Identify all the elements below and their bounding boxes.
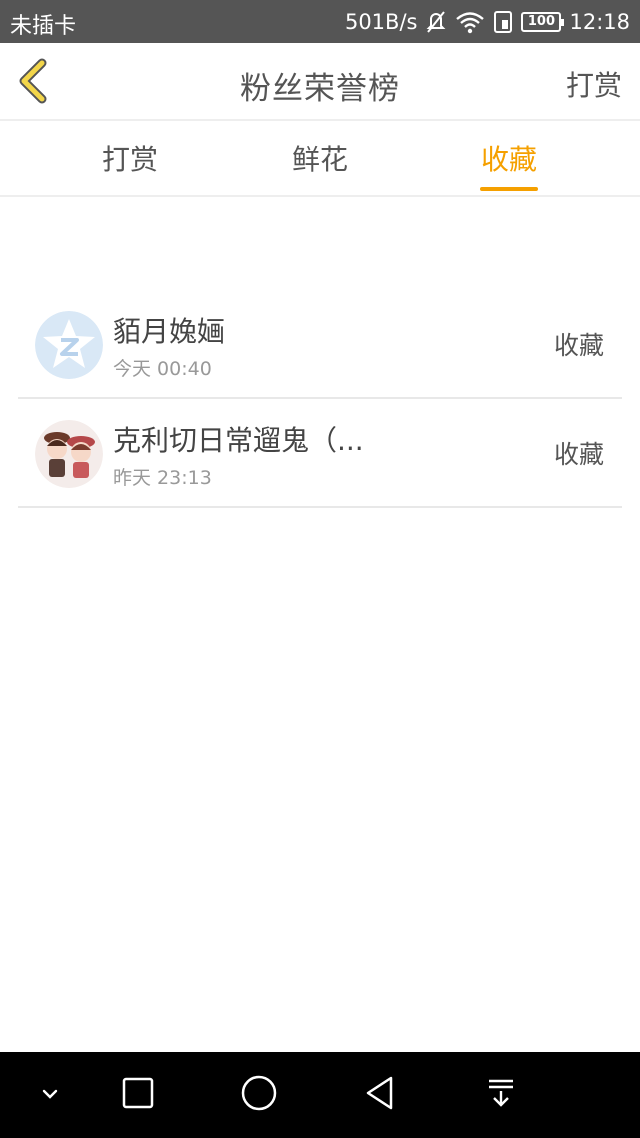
tab-favorites[interactable]: 收藏 bbox=[480, 121, 538, 195]
notification-pull-button[interactable] bbox=[478, 1072, 524, 1118]
fan-time: 昨天 23:13 bbox=[113, 467, 212, 489]
fan-time: 今天 00:40 bbox=[113, 358, 212, 380]
hide-nav-button[interactable] bbox=[27, 1072, 73, 1118]
tab-reward[interactable]: 打赏 bbox=[80, 121, 180, 195]
tab-label: 鲜花 bbox=[291, 143, 348, 176]
reward-button[interactable]: 打赏 bbox=[566, 64, 622, 104]
square-icon bbox=[121, 1076, 155, 1114]
triangle-back-icon bbox=[363, 1075, 397, 1115]
sim-icon bbox=[493, 10, 513, 34]
tab-label: 收藏 bbox=[480, 143, 537, 176]
tab-label: 打赏 bbox=[101, 143, 158, 176]
page-title: 粉丝荣誉榜 bbox=[240, 71, 400, 107]
recents-button[interactable] bbox=[115, 1072, 161, 1118]
fan-type-tag: 收藏 bbox=[553, 440, 604, 469]
clock: 12:18 bbox=[569, 10, 630, 34]
status-bar: 未插卡 501B/s 100 12:18 bbox=[0, 0, 640, 43]
header-bar: 粉丝荣誉榜 打赏 bbox=[0, 43, 640, 121]
status-icons: 501B/s 100 12:18 bbox=[345, 8, 630, 36]
carrier-label: 未插卡 bbox=[10, 14, 77, 39]
chevron-down-icon bbox=[40, 1086, 60, 1105]
battery-icon: 100 bbox=[521, 12, 565, 32]
fan-type-tag: 收藏 bbox=[553, 331, 604, 360]
tab-bar: 打赏 鲜花 收藏 bbox=[0, 121, 640, 197]
home-button[interactable] bbox=[236, 1072, 282, 1118]
network-speed: 501B/s bbox=[344, 10, 418, 34]
active-tab-indicator bbox=[480, 187, 538, 191]
fan-name: 貊月婏婳 bbox=[113, 315, 226, 348]
circle-home-icon bbox=[240, 1074, 278, 1116]
wifi-icon bbox=[455, 10, 485, 34]
system-nav-bar bbox=[0, 1052, 640, 1138]
pull-down-icon bbox=[486, 1077, 516, 1113]
back-nav-button[interactable] bbox=[357, 1072, 403, 1118]
anime-couple-avatar bbox=[35, 420, 103, 488]
qq-default-avatar bbox=[35, 311, 103, 379]
mute-icon bbox=[425, 10, 447, 34]
list-item[interactable]: 克利切日常遛鬼（... 昨天 23:13 收藏 bbox=[18, 401, 622, 508]
list-item[interactable]: 貊月婏婳 今天 00:40 收藏 bbox=[18, 292, 622, 399]
tab-flowers[interactable]: 鲜花 bbox=[270, 121, 370, 195]
fan-name: 克利切日常遛鬼（... bbox=[113, 424, 364, 457]
